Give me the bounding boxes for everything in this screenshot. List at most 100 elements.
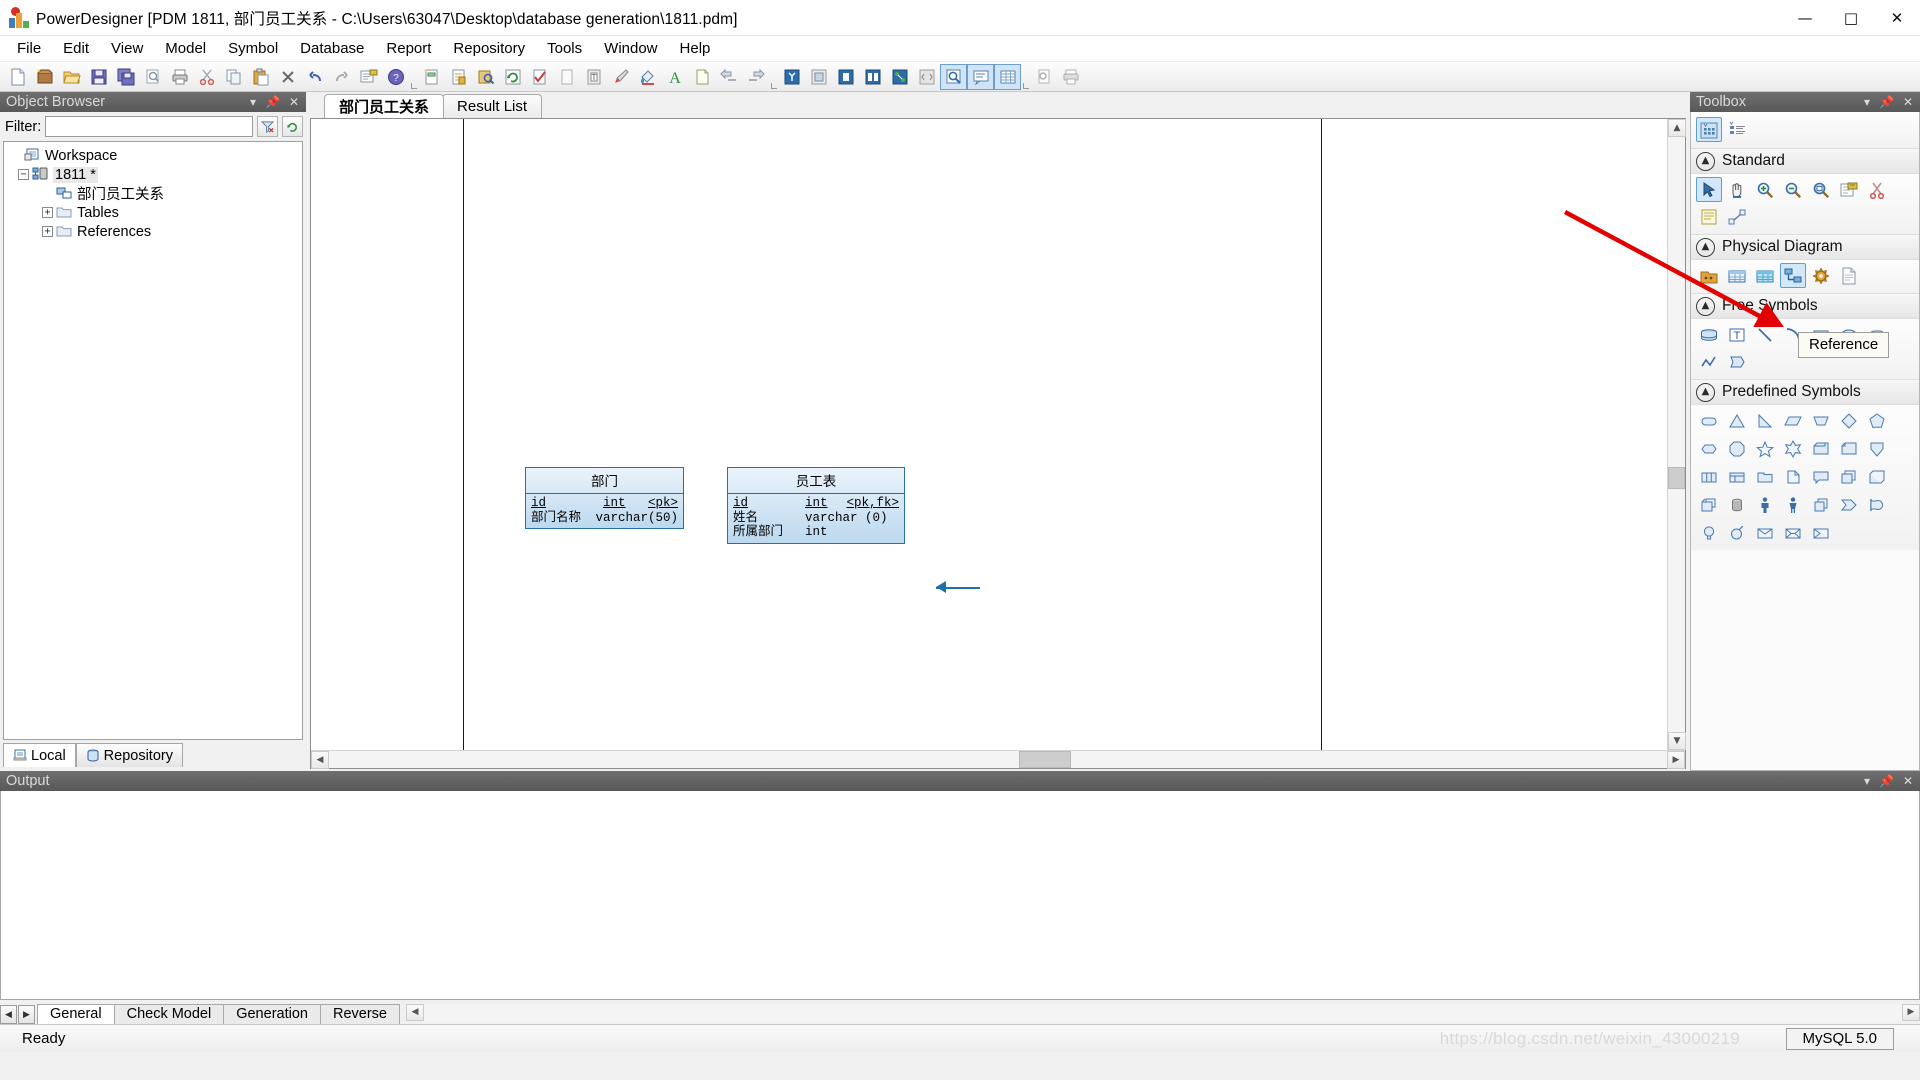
tree-expander-expand[interactable]: + <box>42 226 53 237</box>
output-tab-general[interactable]: General <box>37 1004 115 1024</box>
star6-symbol[interactable] <box>1780 436 1806 461</box>
parallelogram-symbol[interactable] <box>1780 408 1806 433</box>
print-setup-icon[interactable] <box>1057 64 1084 90</box>
menu-edit[interactable]: Edit <box>52 37 100 60</box>
zoom-page-icon[interactable] <box>1030 64 1057 90</box>
horizontal-scroll-track[interactable] <box>329 751 1667 768</box>
cut-icon[interactable] <box>193 64 220 90</box>
entity-employee[interactable]: 员工表 id int <pk,fk> 姓名 varchar (0) 所属部门 i… <box>727 467 905 544</box>
zoom-out-tool[interactable] <box>1780 177 1806 202</box>
chevron-up-icon[interactable]: ▲ <box>1696 382 1715 402</box>
zoom-in-tool[interactable] <box>1752 177 1778 202</box>
rounded-box-symbol[interactable] <box>1696 408 1722 433</box>
output-scroll-right-arrow[interactable]: ▶ <box>1902 1003 1920 1021</box>
filter-input[interactable] <box>45 116 253 137</box>
chevron-symbol[interactable] <box>1836 492 1862 517</box>
chevron-up-icon[interactable]: ▲ <box>1696 151 1715 171</box>
view-tool[interactable] <box>1752 263 1778 288</box>
previous-icon[interactable] <box>715 64 742 90</box>
dropdown-icon[interactable]: ▾ <box>1864 95 1870 109</box>
next-icon[interactable] <box>742 64 769 90</box>
tree-item-model-1811[interactable]: − 1811 * <box>4 165 302 184</box>
vertical-scroll-thumb[interactable] <box>1668 467 1685 489</box>
browser-tab-repository[interactable]: Repository <box>75 743 183 767</box>
tree-item-workspace[interactable]: Workspace <box>4 146 302 165</box>
tab-result-list[interactable]: Result List <box>442 94 543 118</box>
dropdown-icon[interactable]: ▾ <box>250 95 256 109</box>
fill-color-icon[interactable] <box>634 64 661 90</box>
pentagon-symbol[interactable] <box>1864 408 1890 433</box>
scroll-right-arrow[interactable]: ▶ <box>1667 751 1685 769</box>
pin-icon[interactable]: 📌 <box>265 95 280 109</box>
grabber-hand-tool[interactable] <box>1724 177 1750 202</box>
page-corner-symbol[interactable] <box>1836 436 1862 461</box>
cube-symbol[interactable] <box>1864 464 1890 489</box>
filter-refresh-icon[interactable] <box>282 116 303 137</box>
menu-database[interactable]: Database <box>289 37 375 60</box>
database-symbol[interactable] <box>1724 492 1750 517</box>
menu-report[interactable]: Report <box>375 37 442 60</box>
close-button[interactable]: ✕ <box>1874 0 1920 36</box>
diagram-canvas[interactable]: 部门 id int <pk> 部门名称 varchar(50) 员工表 id i… <box>311 119 1667 750</box>
output-horizontal-scrollbar[interactable]: ◀ ▶ <box>405 1000 1920 1024</box>
canvas-vertical-scrollbar[interactable]: ▲ ▼ <box>1667 119 1686 750</box>
tree-item-diagram[interactable]: 部门员工关系 <box>4 184 302 203</box>
stacked-shapes-symbol[interactable] <box>1836 464 1862 489</box>
actor-male-symbol[interactable] <box>1752 492 1778 517</box>
canvas-horizontal-scrollbar[interactable]: ◀ ▶ <box>311 750 1685 769</box>
list-view-icon[interactable] <box>1724 117 1750 142</box>
reference-tool[interactable] <box>1780 263 1806 288</box>
delete-icon[interactable] <box>274 64 301 90</box>
save-icon[interactable] <box>85 64 112 90</box>
grid-icon[interactable] <box>994 63 1021 90</box>
menu-tools[interactable]: Tools <box>536 37 593 60</box>
table-symbol[interactable] <box>1724 464 1750 489</box>
arrow-box-symbol[interactable] <box>1808 520 1834 545</box>
maximize-button[interactable]: □ <box>1828 0 1874 36</box>
minimize-button[interactable]: — <box>1782 0 1828 36</box>
shield-symbol[interactable] <box>1864 436 1890 461</box>
chevron-up-icon[interactable]: ▲ <box>1696 296 1715 316</box>
menu-model[interactable]: Model <box>154 37 217 60</box>
entity-department[interactable]: 部门 id int <pk> 部门名称 varchar(50) <box>525 467 684 529</box>
pointer-tool[interactable] <box>1696 177 1722 202</box>
close-icon[interactable]: ✕ <box>289 95 299 109</box>
vertical-scroll-track[interactable] <box>1668 137 1685 732</box>
bomb-symbol[interactable] <box>1724 520 1750 545</box>
multi-model-icon[interactable] <box>859 64 886 90</box>
open-package-diagram-tool[interactable] <box>1836 177 1862 202</box>
object-model-icon[interactable] <box>886 64 913 90</box>
note-symbol[interactable] <box>1808 464 1834 489</box>
tree-expander-collapse[interactable]: − <box>18 169 29 180</box>
redo-icon[interactable] <box>328 64 355 90</box>
output-tabs-prev[interactable]: ◀ <box>0 1005 17 1024</box>
menu-repository[interactable]: Repository <box>442 37 536 60</box>
logical-model-icon[interactable] <box>805 64 832 90</box>
browser-tab-local[interactable]: Local <box>3 743 76 767</box>
actor-female-symbol[interactable] <box>1780 492 1806 517</box>
model-properties-icon[interactable] <box>445 64 472 90</box>
menu-file[interactable]: File <box>6 37 52 60</box>
package-tool[interactable] <box>1696 263 1722 288</box>
zoom-fit-tool[interactable] <box>1808 177 1834 202</box>
tab-diagram[interactable]: 部门员工关系 <box>324 94 445 118</box>
multi-rect-symbol[interactable] <box>1808 492 1834 517</box>
flag-circle-symbol[interactable] <box>1864 492 1890 517</box>
polyline-symbol-tool[interactable] <box>1696 349 1722 374</box>
check-model-icon[interactable] <box>526 64 553 90</box>
help-icon[interactable]: ? <box>382 64 409 90</box>
customize-toolbox-icon[interactable] <box>1696 117 1722 142</box>
tree-item-references[interactable]: + References <box>4 222 302 241</box>
columns-symbol[interactable] <box>1696 464 1722 489</box>
tree-expander-expand[interactable]: + <box>42 207 53 218</box>
menu-window[interactable]: Window <box>593 37 668 60</box>
polygon-symbol-tool[interactable] <box>1724 349 1750 374</box>
new-diagram-icon[interactable] <box>418 64 445 90</box>
toolbox-group-physical-diagram[interactable]: ▲ Physical Diagram <box>1691 234 1919 260</box>
folder-symbol[interactable] <box>1752 464 1778 489</box>
right-triangle-symbol[interactable] <box>1752 408 1778 433</box>
output-tab-check-model[interactable]: Check Model <box>113 1004 225 1024</box>
trapezoid-symbol[interactable] <box>1808 408 1834 433</box>
output-scroll-track[interactable] <box>423 1003 1902 1021</box>
burst-symbol[interactable] <box>1780 520 1806 545</box>
